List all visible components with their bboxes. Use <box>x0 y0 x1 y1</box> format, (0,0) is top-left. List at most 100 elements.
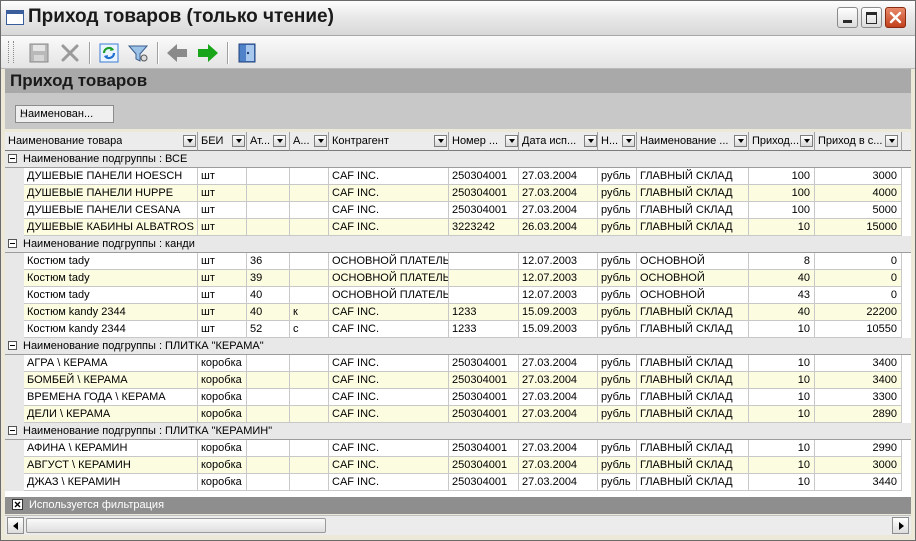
collapse-group-icon[interactable] <box>8 154 17 163</box>
table-cell[interactable]: рубль <box>598 372 637 389</box>
table-cell[interactable]: ДУШЕВЫЕ КАБИНЫ ALBATROS <box>24 219 198 236</box>
table-cell[interactable] <box>247 168 290 185</box>
table-cell[interactable]: 250304001 <box>449 202 519 219</box>
scroll-right-button[interactable] <box>892 517 909 534</box>
table-cell[interactable]: ОСНОВНОЙ <box>637 270 749 287</box>
refresh-button[interactable] <box>97 41 121 65</box>
table-cell[interactable]: АВГУСТ \ КЕРАМИН <box>24 457 198 474</box>
table-row[interactable]: Костюм kandy 2344 шт 52 с CAF INC. 1233 15.09.… <box>5 321 911 338</box>
table-cell[interactable] <box>290 253 329 270</box>
column-header-6[interactable]: Дата исп... <box>519 132 598 151</box>
table-cell[interactable] <box>247 406 290 423</box>
table-cell[interactable]: CAF INC. <box>329 372 449 389</box>
table-cell[interactable]: шт <box>198 185 247 202</box>
group-by-chip[interactable]: Наименован... △ <box>15 105 114 123</box>
table-cell[interactable] <box>247 355 290 372</box>
column-header-2[interactable]: Ат... <box>247 132 290 151</box>
table-cell[interactable]: шт <box>198 168 247 185</box>
table-cell[interactable]: АГРА \ КЕРАМА <box>24 355 198 372</box>
table-cell[interactable]: CAF INC. <box>329 185 449 202</box>
table-cell[interactable]: 0 <box>815 287 902 304</box>
table-cell[interactable]: 5000 <box>815 202 902 219</box>
table-cell[interactable]: 10550 <box>815 321 902 338</box>
table-cell[interactable] <box>290 287 329 304</box>
table-cell[interactable]: АФИНА \ КЕРАМИН <box>24 440 198 457</box>
column-header-10[interactable]: Приход в с... <box>815 132 902 151</box>
table-cell[interactable] <box>247 457 290 474</box>
table-cell[interactable]: 3223242 <box>449 219 519 236</box>
horizontal-scrollbar[interactable] <box>5 515 911 535</box>
table-cell[interactable]: 2890 <box>815 406 902 423</box>
table-cell[interactable]: 15.09.2003 <box>519 321 598 338</box>
column-filter-dropdown-icon[interactable] <box>273 135 286 147</box>
table-cell[interactable]: коробка <box>198 457 247 474</box>
table-cell[interactable]: коробка <box>198 406 247 423</box>
column-header-0[interactable]: Наименование товара <box>5 132 198 151</box>
group-row[interactable]: Наименование подгруппы : ПЛИТКА "КЕРАМИН… <box>5 423 911 440</box>
table-cell[interactable]: коробка <box>198 440 247 457</box>
table-cell[interactable]: 26.03.2004 <box>519 219 598 236</box>
column-filter-dropdown-icon[interactable] <box>232 135 245 147</box>
column-filter-dropdown-icon[interactable] <box>800 135 813 147</box>
table-cell[interactable]: рубль <box>598 474 637 491</box>
table-cell[interactable]: ОСНОВНОЙ <box>637 287 749 304</box>
table-cell[interactable]: CAF INC. <box>329 304 449 321</box>
table-cell[interactable]: коробка <box>198 389 247 406</box>
table-cell[interactable]: шт <box>198 202 247 219</box>
table-cell[interactable] <box>290 202 329 219</box>
table-row[interactable]: Костюм tady шт 39 ОСНОВНОЙ ПЛАТЕЛЬ 12.07.200… <box>5 270 911 287</box>
table-cell[interactable]: рубль <box>598 321 637 338</box>
table-cell[interactable]: 10 <box>749 457 815 474</box>
scroll-thumb[interactable] <box>26 518 326 533</box>
table-cell[interactable]: Костюм tady <box>24 253 198 270</box>
table-cell[interactable]: рубль <box>598 440 637 457</box>
table-cell[interactable] <box>449 253 519 270</box>
table-cell[interactable]: 12.07.2003 <box>519 253 598 270</box>
table-cell[interactable]: шт <box>198 253 247 270</box>
table-cell[interactable]: рубль <box>598 457 637 474</box>
column-header-11[interactable] <box>902 132 911 151</box>
column-filter-dropdown-icon[interactable] <box>434 135 447 147</box>
table-cell[interactable]: рубль <box>598 185 637 202</box>
table-cell[interactable] <box>290 372 329 389</box>
table-cell[interactable]: ГЛАВНЫЙ СКЛАД <box>637 304 749 321</box>
table-cell[interactable] <box>247 389 290 406</box>
table-cell[interactable]: коробка <box>198 372 247 389</box>
table-cell[interactable]: 27.03.2004 <box>519 185 598 202</box>
column-header-9[interactable]: Приход... <box>749 132 815 151</box>
table-cell[interactable]: 36 <box>247 253 290 270</box>
exit-button[interactable] <box>235 41 259 65</box>
table-cell[interactable]: 27.03.2004 <box>519 168 598 185</box>
table-cell[interactable]: CAF INC. <box>329 321 449 338</box>
table-cell[interactable]: 40 <box>247 287 290 304</box>
table-cell[interactable]: ГЛАВНЫЙ СКЛАД <box>637 389 749 406</box>
table-cell[interactable]: 250304001 <box>449 440 519 457</box>
table-cell[interactable]: 40 <box>749 304 815 321</box>
column-filter-dropdown-icon[interactable] <box>314 135 327 147</box>
column-filter-dropdown-icon[interactable] <box>734 135 747 147</box>
table-cell[interactable]: ОСНОВНОЙ ПЛАТЕЛЬ <box>329 253 449 270</box>
table-cell[interactable]: 15.09.2003 <box>519 304 598 321</box>
table-cell[interactable]: 2990 <box>815 440 902 457</box>
table-cell[interactable]: Костюм kandy 2344 <box>24 321 198 338</box>
table-cell[interactable]: 3400 <box>815 372 902 389</box>
table-cell[interactable]: 1233 <box>449 304 519 321</box>
table-cell[interactable]: 3000 <box>815 168 902 185</box>
group-row[interactable]: Наименование подгруппы : канди <box>5 236 911 253</box>
table-cell[interactable]: ГЛАВНЫЙ СКЛАД <box>637 355 749 372</box>
table-cell[interactable] <box>247 474 290 491</box>
table-cell[interactable]: ДЖАЗ \ КЕРАМИН <box>24 474 198 491</box>
table-cell[interactable]: 10 <box>749 389 815 406</box>
table-cell[interactable]: шт <box>198 219 247 236</box>
table-cell[interactable]: 250304001 <box>449 406 519 423</box>
table-row[interactable]: ДУШЕВЫЕ КАБИНЫ ALBATROS шт CAF INC. 3223242… <box>5 219 911 236</box>
toolbar-grip[interactable] <box>8 41 14 63</box>
table-cell[interactable]: 22200 <box>815 304 902 321</box>
table-cell[interactable]: 250304001 <box>449 185 519 202</box>
table-cell[interactable]: 1233 <box>449 321 519 338</box>
table-cell[interactable]: 100 <box>749 168 815 185</box>
table-cell[interactable]: 10 <box>749 355 815 372</box>
column-header-5[interactable]: Номер ... <box>449 132 519 151</box>
table-row[interactable]: БОМБЕЙ \ КЕРАМА коробка CAF INC. 250304001 2… <box>5 372 911 389</box>
collapse-group-icon[interactable] <box>8 426 17 435</box>
